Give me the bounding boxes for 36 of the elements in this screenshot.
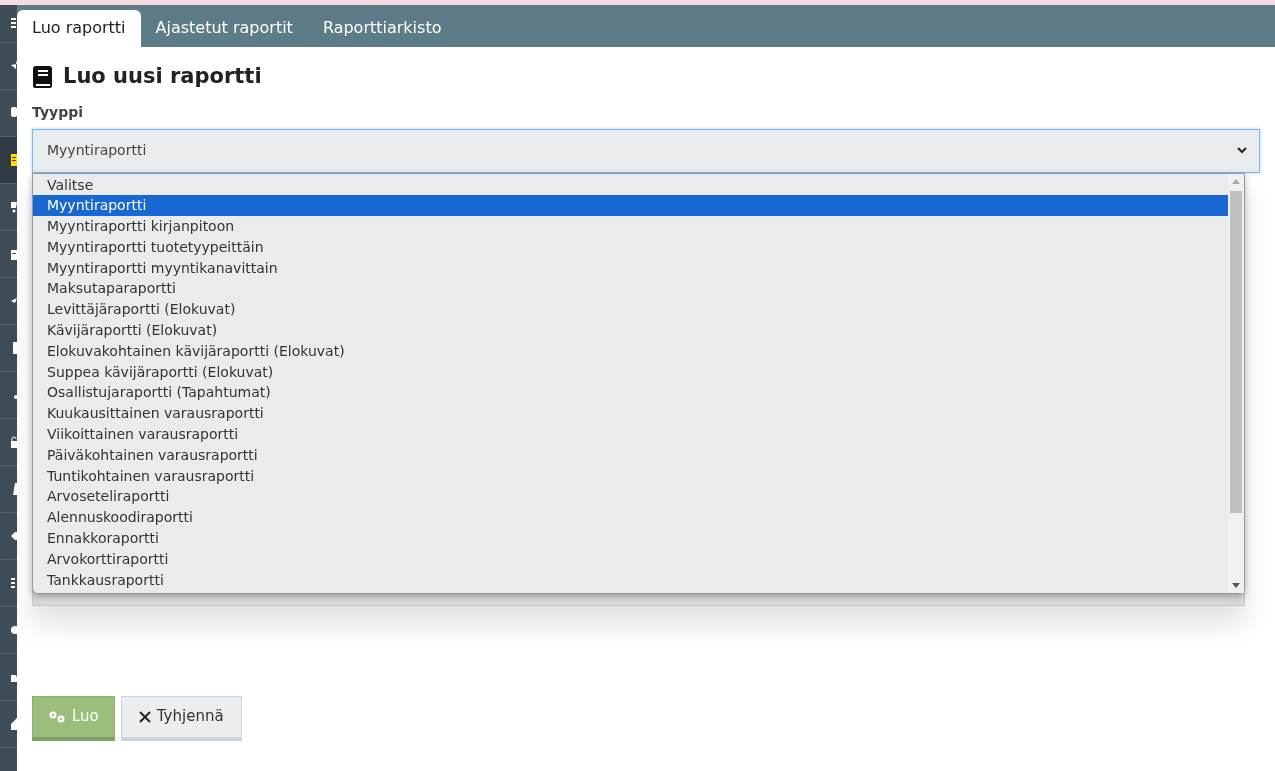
dropdown-option[interactable]: Päiväkohtainen varausraportti xyxy=(33,444,1228,466)
dropdown-option[interactable]: Tankkausraportti xyxy=(33,569,1228,591)
list-icon[interactable] xyxy=(11,577,17,589)
dropdown-option[interactable]: Elokuvakohtainen kävijäraportti (Elokuvat) xyxy=(33,340,1228,362)
page-heading: Luo uusi raportti xyxy=(63,63,262,90)
dropdown-option[interactable]: Arvoseteliraportti xyxy=(33,486,1228,508)
dropdown-option[interactable]: Kävijäraportti (Elokuvat) xyxy=(33,320,1228,341)
dropdown-option[interactable]: Myyntiraportti kirjanpitoon xyxy=(33,216,1228,237)
dropdown-option[interactable]: Myyntiraportti tuotetyypeittäin xyxy=(33,236,1228,258)
dropdown-option[interactable]: Valitse xyxy=(33,174,1228,196)
dropdown-option[interactable]: Ennakkoraportti xyxy=(33,528,1228,549)
scroll-down-arrow-icon[interactable] xyxy=(1232,582,1240,588)
dropdown-option[interactable]: Alennuskoodiraportti xyxy=(33,507,1228,529)
tab[interactable]: Raporttiarkisto xyxy=(307,10,457,47)
dropdown-option[interactable]: Kuukausittainen varausraportti xyxy=(33,403,1228,425)
dropdown-option[interactable]: Tuntikohtainen varausraportti xyxy=(33,465,1228,487)
type-select[interactable]: Myyntiraportti xyxy=(32,128,1260,173)
dropdown-option[interactable]: Arvokorttiraportti xyxy=(33,548,1228,570)
menu-icon[interactable] xyxy=(11,17,17,30)
dropdown-option[interactable]: Suppea kävijäraportti (Elokuvat) xyxy=(33,361,1228,383)
dropdown-option[interactable]: Maksutaparaportti xyxy=(33,278,1228,300)
clear-button[interactable]: Tyhjennä xyxy=(120,695,242,741)
dropdown-option[interactable]: Osallistujaraportti (Tapahtumat) xyxy=(33,382,1228,404)
dropdown-option[interactable]: Myyntiraportti xyxy=(33,195,1228,217)
chevron-down-icon xyxy=(1237,147,1247,154)
dropdown-option[interactable]: Myyntiraportti myyntikanavittain xyxy=(33,257,1228,279)
gears-icon xyxy=(48,709,66,724)
tab[interactable]: Luo raportti xyxy=(17,10,141,47)
tab[interactable]: Ajastetut raportit xyxy=(140,10,308,47)
dropdown-option[interactable]: Levittäjäraportti (Elokuvat) xyxy=(33,299,1228,321)
scrollbar[interactable] xyxy=(1228,173,1244,593)
field-label: Tyyppi xyxy=(32,102,84,122)
document-icon[interactable] xyxy=(11,154,17,166)
book-icon xyxy=(32,64,54,89)
close-icon xyxy=(138,710,151,723)
dropdown-option[interactable]: Viikoittainen varausraportti xyxy=(33,424,1228,445)
